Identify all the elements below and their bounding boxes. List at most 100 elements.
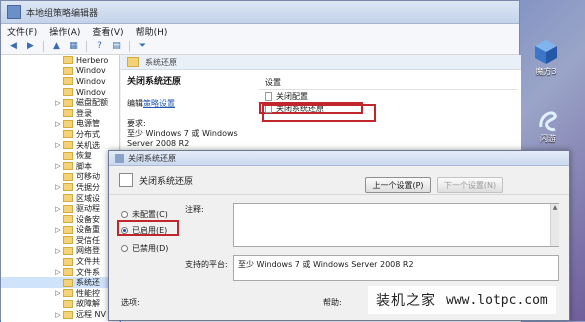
tree-item[interactable]: 设备安	[1, 214, 119, 225]
folder-icon	[63, 246, 73, 255]
tree-item[interactable]: ▷ 电源管	[1, 119, 119, 130]
comment-field[interactable]	[233, 203, 559, 247]
tree-item[interactable]: 登录	[1, 108, 119, 119]
platform-label: 支持的平台:	[185, 260, 228, 269]
tree-item-label: 可移动	[76, 172, 100, 182]
tree-item[interactable]: 文件共	[1, 256, 119, 267]
menu-bar: 文件(F) 操作(A) 查看(V) 帮助(H)	[1, 24, 519, 38]
option-disabled[interactable]: 已禁用(D)	[121, 243, 168, 254]
help-icon[interactable]: ?	[93, 40, 106, 52]
previous-setting-button[interactable]: 上一个设置(P)	[365, 177, 431, 193]
tree-item[interactable]: 恢复	[1, 150, 119, 161]
scroll-up-icon[interactable]: ▲	[551, 204, 559, 213]
tree-item[interactable]: Windov	[1, 66, 119, 77]
radio-not-configured[interactable]	[121, 211, 128, 218]
tree-item[interactable]: ▷ 文件系	[1, 267, 119, 278]
expand-arrow-icon[interactable]: ▷	[53, 99, 63, 107]
expand-arrow-icon[interactable]: ▷	[53, 247, 63, 255]
forward-icon[interactable]: ▶	[24, 40, 37, 52]
dialog-titlebar[interactable]: 关闭系统还原	[109, 151, 569, 166]
expand-arrow-icon[interactable]: ▷	[53, 205, 63, 213]
tree-item[interactable]: ▷ 设备重	[1, 225, 119, 236]
column-header-setting[interactable]: 设置	[259, 75, 517, 90]
tree-item-label: 文件共	[76, 257, 100, 267]
node-title: 系统还原	[145, 57, 177, 67]
help-label: 帮助:	[323, 298, 342, 307]
expand-arrow-icon[interactable]: ▷	[53, 141, 63, 149]
tree-item[interactable]: 受信任	[1, 235, 119, 246]
toolbar-divider	[129, 40, 130, 52]
expand-arrow-icon[interactable]: ▷	[53, 120, 63, 128]
tree-item-label: 凭据分	[76, 182, 100, 192]
tree-item-label: Windov	[76, 66, 106, 76]
folder-icon	[63, 77, 73, 86]
tree-item-label: 电源管	[76, 119, 100, 129]
tree-item[interactable]: ▷ 驱动程	[1, 203, 119, 214]
tree-item[interactable]: ▷ 凭据分	[1, 182, 119, 193]
toolbar-divider	[43, 40, 44, 52]
filter-icon[interactable]: ⏷	[136, 40, 149, 52]
tree-item[interactable]: Windov	[1, 76, 119, 87]
menu-action[interactable]: 操作(A)	[49, 25, 80, 38]
policy-settings-link[interactable]: 策略设置	[143, 99, 175, 108]
tree-item[interactable]: ▷ 网络登	[1, 246, 119, 257]
folder-icon	[63, 172, 73, 181]
menu-help[interactable]: 帮助(H)	[136, 25, 168, 38]
properties-icon[interactable]: ▤	[110, 40, 123, 52]
back-icon[interactable]: ◀	[7, 40, 20, 52]
show-hide-tree-icon[interactable]: ▦	[67, 40, 80, 52]
expand-arrow-icon[interactable]: ▷	[53, 183, 63, 191]
tree-item[interactable]: 分布式	[1, 129, 119, 140]
dialog-app-icon	[115, 153, 124, 163]
menu-file[interactable]: 文件(F)	[7, 25, 37, 38]
comment-scrollbar[interactable]: ▲	[550, 204, 559, 246]
radio-disabled[interactable]	[121, 245, 128, 252]
tree-item[interactable]: ▷ 远程 NV	[1, 309, 119, 320]
tree-item-label: Herbero	[76, 55, 109, 65]
expand-arrow-icon[interactable]: ▷	[53, 289, 63, 297]
tree-item-label: Windov	[76, 87, 106, 97]
folder-icon	[63, 56, 73, 65]
tree-item-label: 磁盘配额	[76, 98, 108, 108]
tree-item[interactable]: 系统还	[1, 277, 119, 289]
list-item[interactable]: 关闭配置	[259, 90, 517, 102]
tree-item[interactable]: ▷ 关机选	[1, 140, 119, 151]
menu-view[interactable]: 查看(V)	[92, 25, 123, 38]
desktop-icon-mofang[interactable]: 魔方3	[533, 38, 559, 77]
folder-icon	[63, 194, 73, 203]
comment-label: 注释:	[185, 205, 204, 214]
tree-item[interactable]: ▷ 脚本	[1, 161, 119, 172]
cube-icon	[535, 40, 557, 64]
desktop-icon-shanyou[interactable]: 闪游	[537, 107, 559, 144]
tree-item-label: 设备安	[76, 214, 100, 224]
list-item-label: 关闭配置	[276, 91, 308, 101]
tree-item[interactable]: ▷ 性能控	[1, 288, 119, 299]
option-not-configured[interactable]: 未配置(C)	[121, 209, 168, 220]
folder-icon	[63, 141, 73, 150]
tree-item-label: 驱动程	[76, 204, 100, 214]
window-title: 本地组策略编辑器	[26, 8, 99, 19]
expand-arrow-icon[interactable]: ▷	[53, 268, 63, 276]
window-titlebar[interactable]: 本地组策略编辑器	[1, 1, 519, 24]
tree-item-label: 系统还	[76, 278, 100, 288]
requirements-label: 要求:	[127, 119, 146, 128]
tree-item[interactable]: ▷ 磁盘配额	[1, 97, 119, 108]
up-folder-icon[interactable]: ▲	[50, 40, 63, 52]
expand-arrow-icon[interactable]: ▷	[53, 226, 63, 234]
expand-arrow-icon[interactable]: ▷	[53, 311, 63, 319]
folder-icon	[63, 119, 73, 128]
folder-icon	[63, 88, 73, 97]
desktop-icon-label: 魔方3	[535, 67, 557, 76]
tree-item[interactable]: 可移动	[1, 172, 119, 183]
tree-item[interactable]: 故障解	[1, 299, 119, 310]
folder-icon	[127, 57, 139, 67]
watermark: 装机之家 www.lotpc.com	[368, 286, 556, 314]
next-setting-button[interactable]: 下一个设置(N)	[437, 177, 503, 193]
tree-item[interactable]: 区域设	[1, 193, 119, 204]
tree-item[interactable]: Windov	[1, 87, 119, 98]
folder-icon	[63, 98, 73, 107]
tree-item[interactable]: Herbero	[1, 55, 119, 66]
tree-item-label: 登录	[76, 108, 92, 118]
platform-value: 至少 Windows 7 或 Windows Server 2008 R2	[238, 260, 414, 269]
expand-arrow-icon[interactable]: ▷	[53, 162, 63, 170]
